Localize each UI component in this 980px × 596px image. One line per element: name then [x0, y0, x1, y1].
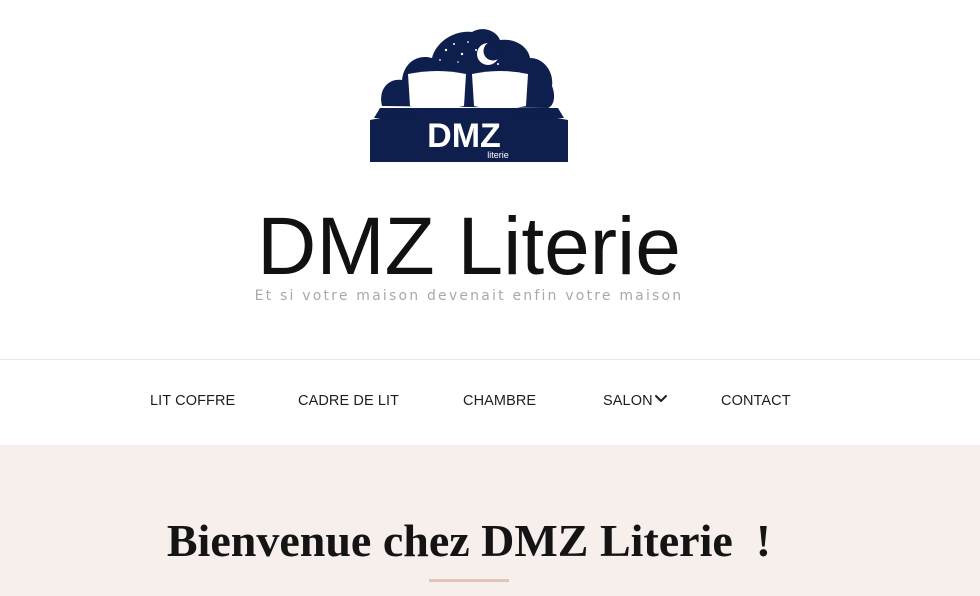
welcome-section: Bienvenue chez DMZ Literie !	[0, 445, 980, 596]
nav-item-lit-coffre[interactable]: LIT COFFRE	[150, 392, 235, 410]
chevron-down-icon[interactable]	[654, 394, 668, 404]
welcome-heading: Bienvenue chez DMZ Literie !	[166, 515, 772, 566]
nav-item-chambre[interactable]: CHAMBRE	[463, 392, 536, 410]
site-logo[interactable]: DMZ literie	[368, 24, 570, 164]
nav-item-salon[interactable]: SALON	[603, 392, 653, 410]
site-header: DMZ literie DMZ Literie Et si votre mais…	[0, 0, 980, 359]
main-navigation: LIT COFFRE CADRE DE LIT CHAMBRE SALON CO…	[0, 359, 980, 445]
site-tagline: Et si votre maison devenait enfin votre …	[254, 288, 684, 304]
nav-item-contact[interactable]: CONTACT	[721, 392, 791, 410]
logo-sub-text: literie	[487, 150, 509, 160]
heading-divider	[429, 579, 509, 582]
site-title[interactable]: DMZ Literie	[0, 202, 938, 292]
nav-item-cadre-de-lit[interactable]: CADRE DE LIT	[298, 392, 399, 410]
